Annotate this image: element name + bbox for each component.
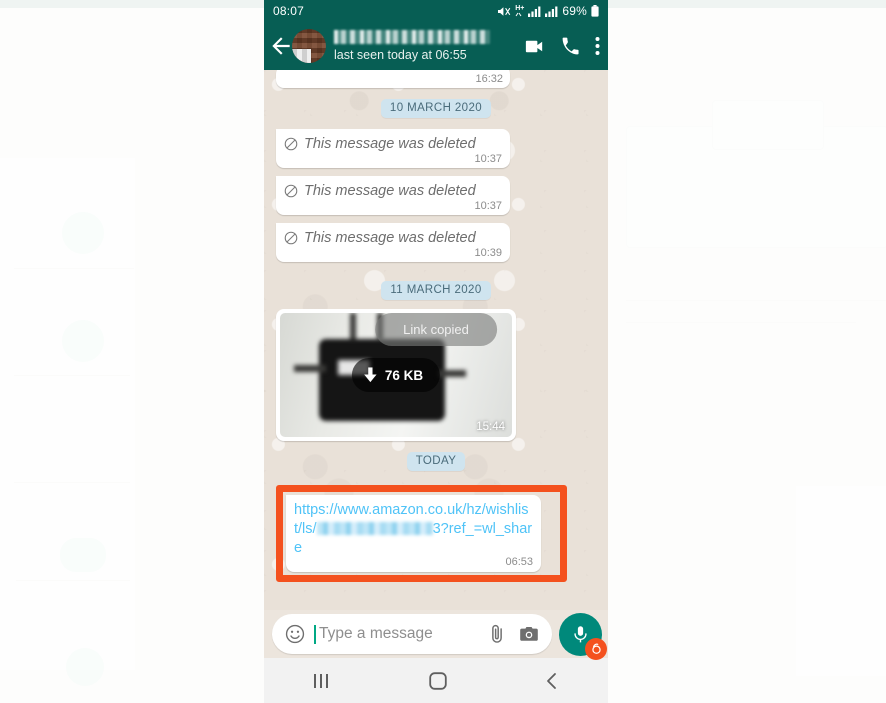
badge-glyph-icon: [591, 643, 601, 654]
app-bar: last seen today at 06:55: [264, 22, 608, 70]
recents-button[interactable]: [311, 672, 333, 690]
video-call-button[interactable]: [523, 35, 546, 58]
message-input-pill[interactable]: Type a message: [272, 614, 552, 654]
bg-rule-1: [14, 268, 134, 269]
bg-rule-2: [14, 375, 130, 376]
blocked-icon: [284, 184, 298, 198]
bg-avatar-3: [60, 538, 106, 572]
blocked-icon: [284, 137, 298, 151]
overflow-menu-button[interactable]: [595, 36, 600, 56]
back-button[interactable]: [543, 671, 561, 691]
record-badge-icon: [585, 637, 607, 660]
message-row: This message was deleted 10:37: [276, 129, 596, 176]
status-icons: H+ 69%: [497, 4, 599, 18]
bg-right-panel-2: [712, 100, 824, 150]
status-clock: 08:07: [273, 4, 305, 18]
battery-percent: 69%: [562, 4, 587, 18]
text-cursor: [314, 624, 316, 644]
signal-bars-2-icon: [545, 6, 558, 17]
date-divider-row: 10 MARCH 2020: [276, 88, 596, 129]
date-divider: 11 MARCH 2020: [381, 281, 491, 300]
date-divider-row: TODAY: [276, 441, 596, 482]
battery-icon: [591, 5, 599, 17]
contact-info[interactable]: last seen today at 06:55: [334, 30, 517, 62]
bg-avatar-2: [62, 320, 104, 362]
link-message-bubble[interactable]: https://www.amazon.co.uk/hz/wishlist/ls/…: [286, 495, 541, 572]
paperclip-icon[interactable]: [486, 623, 508, 645]
message-row: 16:32: [276, 70, 596, 88]
link-url-part3: 3?ref_: [432, 521, 474, 537]
image-detail: [437, 370, 466, 378]
chat-thread[interactable]: 16:32 10 MARCH 2020 This message was del…: [264, 70, 608, 610]
link-copied-toast: Link copied: [375, 313, 497, 346]
status-bar: 08:07 H+ 69%: [264, 0, 608, 22]
message-time: 16:32: [475, 73, 503, 85]
phone-screenshot: 08:07 H+ 69% last seen today at 06:55 16…: [264, 0, 608, 703]
link-message-text[interactable]: https://www.amazon.co.uk/hz/wishlist/ls/…: [294, 501, 533, 558]
message-input-placeholder[interactable]: Type a message: [319, 625, 476, 643]
message-time: 15:44: [476, 421, 505, 433]
bg-rule-5: [626, 300, 886, 301]
deleted-message-bubble[interactable]: This message was deleted 10:37: [276, 129, 510, 168]
avatar[interactable]: [292, 29, 326, 63]
link-url-redacted: [316, 522, 433, 535]
bg-avatar-1: [62, 212, 104, 254]
app-bar-actions: [517, 35, 600, 58]
deleted-message-bubble[interactable]: This message was deleted 10:39: [276, 223, 510, 262]
download-button[interactable]: 76 KB: [351, 358, 441, 392]
message-row: https://www.amazon.co.uk/hz/wishlist/ls/…: [276, 482, 596, 582]
contact-name: [334, 30, 490, 44]
network-hplus-icon: H+: [515, 5, 524, 17]
date-divider: TODAY: [406, 452, 466, 471]
message-input-bar: Type a message: [264, 610, 608, 660]
message-time: 06:53: [505, 556, 533, 568]
deleted-message-line: This message was deleted: [284, 136, 502, 152]
voice-record-button[interactable]: [559, 612, 607, 660]
message-row: This message was deleted 10:37: [276, 176, 596, 223]
home-button[interactable]: [428, 671, 448, 691]
emoji-smiley-icon[interactable]: [284, 623, 306, 645]
message-time: 10:37: [474, 200, 502, 212]
download-arrow-icon: [364, 367, 377, 383]
deleted-message-text: This message was deleted: [304, 136, 476, 152]
bg-rule-3: [14, 482, 130, 483]
deleted-message-line: This message was deleted: [284, 183, 502, 199]
bg-rule-4: [16, 580, 130, 581]
partial-message-bubble[interactable]: 16:32: [276, 70, 510, 88]
contact-status: last seen today at 06:55: [334, 48, 467, 62]
camera-icon[interactable]: [518, 623, 540, 645]
deleted-message-line: This message was deleted: [284, 230, 502, 246]
deleted-message-bubble[interactable]: This message was deleted 10:37: [276, 176, 510, 215]
voice-call-button[interactable]: [560, 36, 581, 57]
date-divider: 10 MARCH 2020: [380, 99, 492, 118]
date-divider-row: 11 MARCH 2020: [276, 270, 596, 311]
bg-rule-6: [626, 322, 856, 323]
download-size-label: 76 KB: [384, 367, 424, 383]
android-nav-bar: [264, 658, 608, 703]
signal-bars-icon: [528, 6, 541, 17]
bg-right-card: [796, 486, 886, 676]
link-url-part1: https://www.amazon.co.uk/hz: [294, 502, 482, 518]
message-time: 10:37: [474, 153, 502, 165]
back-arrow-icon[interactable]: [268, 33, 294, 59]
deleted-message-text: This message was deleted: [304, 230, 476, 246]
message-time: 10:39: [474, 247, 502, 259]
mute-icon: [498, 6, 511, 16]
message-row: This message was deleted 10:39: [276, 223, 596, 270]
highlight-annotation: https://www.amazon.co.uk/hz/wishlist/ls/…: [276, 485, 567, 582]
deleted-message-text: This message was deleted: [304, 183, 476, 199]
blocked-icon: [284, 231, 298, 245]
bg-avatar-4: [66, 648, 104, 686]
image-detail: [293, 365, 327, 373]
